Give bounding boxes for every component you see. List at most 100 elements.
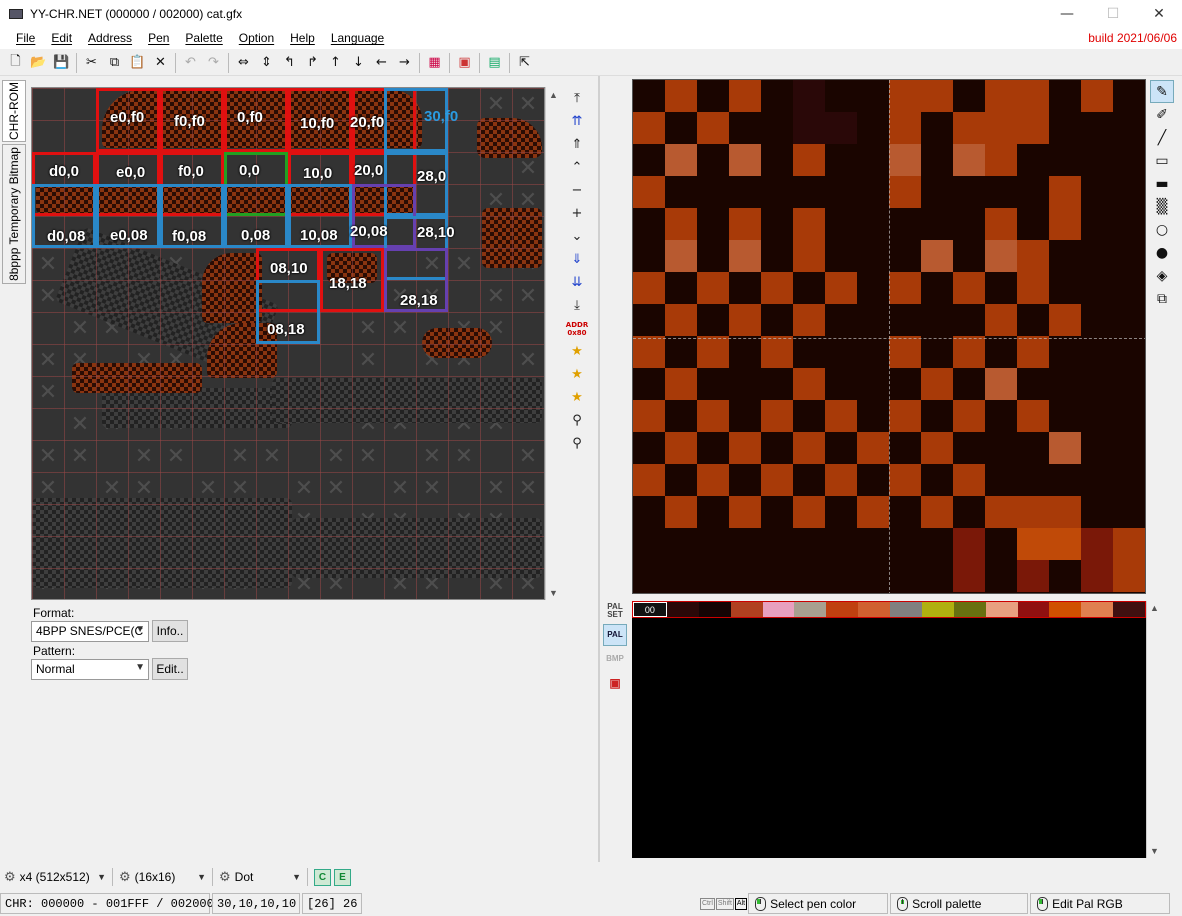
nav-step-down-icon[interactable]: ⌄ — [565, 225, 589, 248]
pixel-cell[interactable] — [825, 272, 857, 304]
toggle-c-button[interactable]: C — [314, 868, 331, 886]
pixel-cell[interactable] — [985, 112, 1017, 144]
pixel-cell[interactable] — [793, 496, 825, 528]
pixel-editor-canvas[interactable] — [632, 79, 1146, 594]
pixel-cell[interactable] — [953, 272, 985, 304]
bucket-fill-icon[interactable]: ◈ — [1150, 264, 1174, 287]
pixel-cell[interactable] — [793, 432, 825, 464]
pixel-cell[interactable] — [761, 432, 793, 464]
pixel-cell[interactable] — [793, 400, 825, 432]
circle-icon[interactable]: ○ — [1150, 218, 1174, 241]
pixel-cell[interactable] — [857, 368, 889, 400]
pixel-cell[interactable] — [793, 368, 825, 400]
pixel-cell[interactable] — [697, 144, 729, 176]
pixel-cell[interactable] — [889, 272, 921, 304]
pixel-cell[interactable] — [985, 400, 1017, 432]
pixel-cell[interactable] — [1081, 304, 1113, 336]
pixel-cell[interactable] — [697, 304, 729, 336]
pixel-cell[interactable] — [1017, 496, 1049, 528]
minimize-button[interactable]: — — [1044, 0, 1090, 27]
pixel-cell[interactable] — [1017, 176, 1049, 208]
pixel-cell[interactable] — [857, 464, 889, 496]
bmp-button[interactable]: BMP — [603, 648, 627, 670]
pixel-cell[interactable] — [1113, 496, 1145, 528]
flip-horizontal-icon[interactable]: ⇔ — [232, 52, 255, 74]
pixel-cell[interactable] — [761, 464, 793, 496]
pixel-cell[interactable] — [1081, 496, 1113, 528]
pixel-cell[interactable] — [1049, 304, 1081, 336]
pixel-cell[interactable] — [761, 304, 793, 336]
pixel-cell[interactable] — [697, 432, 729, 464]
pixel-cell[interactable] — [1017, 528, 1049, 560]
pixel-cell[interactable] — [1113, 368, 1145, 400]
pixel-cell[interactable] — [729, 496, 761, 528]
pixel-cell[interactable] — [825, 176, 857, 208]
pixel-cell[interactable] — [793, 176, 825, 208]
pixel-cell[interactable] — [985, 560, 1017, 592]
pattern-fill-icon[interactable]: ▒ — [1150, 195, 1174, 218]
pixel-cell[interactable] — [921, 336, 953, 368]
pixel-cell[interactable] — [697, 208, 729, 240]
pixel-cell[interactable] — [1081, 80, 1113, 112]
pixel-cell[interactable] — [1049, 464, 1081, 496]
pixel-cell[interactable] — [1017, 80, 1049, 112]
pixel-cell[interactable] — [1049, 432, 1081, 464]
pixel-cell[interactable] — [825, 464, 857, 496]
pixel-cell[interactable] — [1113, 400, 1145, 432]
nav-minus-icon[interactable]: − — [565, 179, 589, 202]
pixel-cell[interactable] — [1081, 240, 1113, 272]
shift-up-icon[interactable]: ↑ — [324, 52, 347, 74]
palette-swatch[interactable] — [826, 602, 859, 617]
delete-icon[interactable]: ✕ — [149, 52, 172, 74]
pixel-cell[interactable] — [729, 560, 761, 592]
pixel-cell[interactable] — [1049, 560, 1081, 592]
pixel-cell[interactable] — [1017, 272, 1049, 304]
pixel-cell[interactable] — [793, 144, 825, 176]
pixel-cell[interactable] — [1113, 144, 1145, 176]
pixel-cell[interactable] — [1049, 272, 1081, 304]
pixel-cell[interactable] — [761, 80, 793, 112]
search-next-icon[interactable]: ⚲ — [565, 432, 589, 455]
pixel-cell[interactable] — [697, 368, 729, 400]
pixel-cell[interactable] — [633, 112, 665, 144]
bookmark-next-icon[interactable]: ★ — [565, 386, 589, 409]
pixel-cell[interactable] — [1049, 80, 1081, 112]
pixel-cell[interactable] — [921, 432, 953, 464]
pixel-cell[interactable] — [1049, 208, 1081, 240]
rectangle-icon[interactable]: ▭ — [1150, 149, 1174, 172]
pixel-cell[interactable] — [1081, 368, 1113, 400]
pixel-cell[interactable] — [889, 304, 921, 336]
pixel-cell[interactable] — [825, 112, 857, 144]
pixel-cell[interactable] — [1081, 432, 1113, 464]
pixel-cell[interactable] — [665, 240, 697, 272]
pixel-cell[interactable] — [697, 112, 729, 144]
pixel-cell[interactable] — [889, 208, 921, 240]
pixel-cell[interactable] — [793, 304, 825, 336]
nav-plus-icon[interactable]: + — [565, 202, 589, 225]
pixel-cell[interactable] — [633, 80, 665, 112]
pixel-cell[interactable] — [985, 336, 1017, 368]
pixel-cell[interactable] — [825, 528, 857, 560]
pixel-cell[interactable] — [857, 176, 889, 208]
pixel-cell[interactable] — [953, 240, 985, 272]
addr-button[interactable]: ADDR 0x80 — [565, 317, 589, 340]
pixel-cell[interactable] — [1081, 528, 1113, 560]
pixel-cell[interactable] — [889, 560, 921, 592]
pal-button[interactable]: PAL — [603, 624, 627, 646]
pixel-cell[interactable] — [1081, 112, 1113, 144]
pixel-cell[interactable] — [1113, 560, 1145, 592]
pixel-cell[interactable] — [633, 304, 665, 336]
pixel-cell[interactable] — [633, 336, 665, 368]
nav-row-up-icon[interactable]: ⇑ — [565, 133, 589, 156]
pixel-cell[interactable] — [1049, 144, 1081, 176]
pixel-cell[interactable] — [633, 144, 665, 176]
pixel-cell[interactable] — [1081, 208, 1113, 240]
pixel-cell[interactable] — [761, 560, 793, 592]
pixel-cell[interactable] — [1113, 272, 1145, 304]
pixel-cell[interactable] — [633, 272, 665, 304]
pixel-cell[interactable] — [665, 560, 697, 592]
pixel-cell[interactable] — [1113, 432, 1145, 464]
pixel-cell[interactable] — [921, 304, 953, 336]
maximize-button[interactable]: ☐ — [1090, 0, 1136, 27]
new-icon[interactable]: 🗋 — [4, 52, 27, 74]
